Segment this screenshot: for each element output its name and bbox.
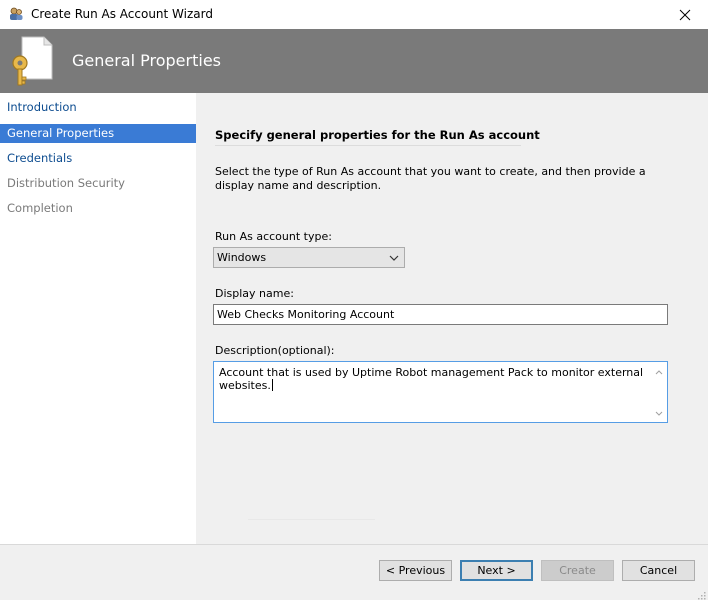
account-type-select[interactable]: Windows	[213, 247, 405, 268]
wizard-banner: General Properties	[0, 29, 708, 93]
cancel-button[interactable]: Cancel	[622, 560, 695, 581]
wizard-window: Create Run As Account Wizard General Pro…	[0, 0, 708, 600]
title-bar: Create Run As Account Wizard	[0, 0, 708, 29]
nav-item-general-properties[interactable]: General Properties	[0, 124, 196, 143]
nav-item-credentials[interactable]: Credentials	[0, 149, 196, 168]
description-label: Description(optional):	[215, 344, 335, 357]
divider	[248, 519, 375, 520]
display-name-label: Display name:	[215, 287, 294, 300]
page-title: General Properties	[72, 51, 221, 70]
close-icon[interactable]	[662, 0, 708, 29]
wizard-steps-nav: Introduction General Properties Credenti…	[0, 93, 196, 544]
display-name-value: Web Checks Monitoring Account	[217, 308, 395, 321]
description-text: Account that is used by Uptime Robot man…	[219, 366, 644, 392]
previous-button[interactable]: < Previous	[379, 560, 452, 581]
run-as-account-icon	[8, 6, 24, 22]
scroll-up-icon[interactable]	[654, 366, 664, 375]
scroll-down-icon[interactable]	[654, 408, 664, 416]
next-button[interactable]: Next >	[460, 560, 533, 581]
description-field[interactable]: Account that is used by Uptime Robot man…	[213, 361, 668, 423]
account-type-label: Run As account type:	[215, 230, 332, 243]
window-title: Create Run As Account Wizard	[31, 7, 213, 21]
account-type-value: Windows	[217, 251, 267, 264]
display-name-field[interactable]: Web Checks Monitoring Account	[213, 304, 668, 325]
content-pane: Specify general properties for the Run A…	[196, 93, 708, 544]
heading-divider	[215, 145, 521, 146]
nav-item-completion: Completion	[7, 201, 73, 215]
key-document-icon	[8, 33, 56, 89]
text-caret	[271, 379, 273, 391]
create-button: Create	[541, 560, 614, 581]
wizard-footer: < Previous Next > Create Cancel	[0, 545, 708, 600]
nav-item-introduction[interactable]: Introduction	[0, 98, 196, 117]
section-heading: Specify general properties for the Run A…	[215, 128, 540, 142]
resize-grip-icon[interactable]	[698, 590, 706, 600]
description-value: Account that is used by Uptime Robot man…	[219, 366, 667, 392]
description-scrollbar[interactable]	[651, 362, 667, 422]
nav-item-distribution-security: Distribution Security	[7, 176, 125, 190]
instructions-text: Select the type of Run As account that y…	[215, 165, 646, 192]
chevron-down-icon	[388, 252, 400, 264]
